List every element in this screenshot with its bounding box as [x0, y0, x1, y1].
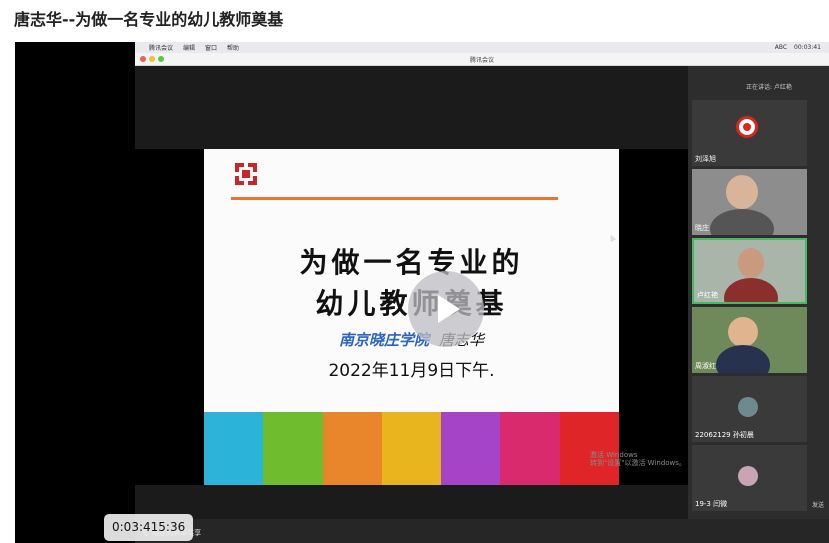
stripe-1	[204, 412, 264, 485]
participant-tile[interactable]: 晓庄	[692, 169, 807, 235]
watermark-line1: 激活 Windows	[590, 451, 638, 459]
avatar	[736, 116, 758, 138]
window-title: 腾讯会议	[469, 57, 494, 64]
playback-time-suffix: 5:36	[158, 520, 186, 534]
play-button[interactable]	[408, 271, 484, 347]
participant-name: 卢红艳	[697, 291, 718, 299]
playback-current-time: 0:03:41	[112, 520, 159, 534]
university-logo-icon	[235, 163, 257, 185]
side-send-label[interactable]: 发送	[812, 500, 824, 509]
menubar-status: ABC 00:03:41	[775, 44, 821, 51]
windows-activation-watermark: 激活 Windows 转到"设置"以激活 Windows。	[590, 451, 686, 467]
slide-school: 南京晓庄学院	[338, 331, 429, 349]
slide-divider	[231, 197, 558, 200]
participant-name: 19-3 闫微	[695, 500, 728, 508]
watermark-line2: 转到"设置"以激活 Windows。	[590, 459, 686, 467]
participant-video	[728, 317, 758, 347]
participant-video	[738, 248, 764, 278]
meeting-bottom-bar: 🎙 晓庄的屏幕共享	[135, 519, 829, 543]
participant-tile[interactable]: 19-3 闫微	[692, 445, 807, 511]
stripe-2	[263, 412, 323, 485]
participant-name: 22062129 孙初晨	[695, 431, 754, 439]
menu-item-edit[interactable]: 编辑	[183, 43, 195, 52]
stripe-7	[559, 412, 619, 485]
menu-item-help[interactable]: 帮助	[227, 43, 239, 52]
participant-name: 晓庄	[695, 224, 709, 232]
speaking-indicator: 正在讲话: 卢红艳	[746, 84, 792, 91]
mac-menubar: 腾讯会议 编辑 窗口 帮助 ABC 00:03:41	[135, 42, 829, 53]
slide-byline: 南京晓庄学院唐志华	[204, 329, 619, 350]
stripe-4	[381, 412, 442, 485]
menu-item-window[interactable]: 窗口	[205, 43, 217, 52]
slide-date: 2022年11月9日下午.	[328, 361, 495, 381]
participant-tile[interactable]: 周淑红	[692, 307, 807, 373]
participant-video-body	[724, 278, 778, 302]
participant-video	[726, 175, 758, 209]
video-player[interactable]: 腾讯会议 编辑 窗口 帮助 ABC 00:03:41 腾讯会议 为做一名专业的 …	[15, 42, 829, 543]
shared-screen: 腾讯会议 编辑 窗口 帮助 ABC 00:03:41 腾讯会议 为做一名专业的 …	[135, 42, 829, 543]
stripe-5	[441, 412, 501, 485]
participant-tile-active[interactable]: 卢红艳	[692, 238, 807, 304]
participant-name: 周淑红	[695, 362, 716, 370]
participants-panel: 正在讲话: 卢红艳 刘泽旭 晓庄 卢红艳 周淑红 22062129 孙初晨 19…	[688, 66, 829, 519]
input-method-label[interactable]: ABC	[775, 44, 787, 51]
playback-time: 0:03:415:36	[104, 514, 194, 541]
stripe-6	[500, 412, 560, 485]
participant-tile[interactable]: 22062129 孙初晨	[692, 376, 807, 442]
participant-video-body	[716, 345, 770, 373]
slide-title-line1: 为做一名专业的	[299, 246, 524, 279]
avatar	[738, 397, 758, 417]
participant-name: 刘泽旭	[695, 155, 716, 163]
menubar-clock: 00:03:41	[794, 44, 821, 51]
menu-app-name[interactable]: 腾讯会议	[149, 43, 173, 52]
participant-video-body	[710, 209, 774, 235]
avatar	[738, 466, 758, 486]
participant-tile[interactable]: 刘泽旭	[692, 100, 807, 166]
window-titlebar: 腾讯会议	[135, 53, 829, 66]
color-stripes	[204, 412, 619, 485]
stripe-3	[322, 412, 382, 485]
page-title: 唐志华--为做一名专业的幼儿教师奠基	[14, 10, 284, 29]
